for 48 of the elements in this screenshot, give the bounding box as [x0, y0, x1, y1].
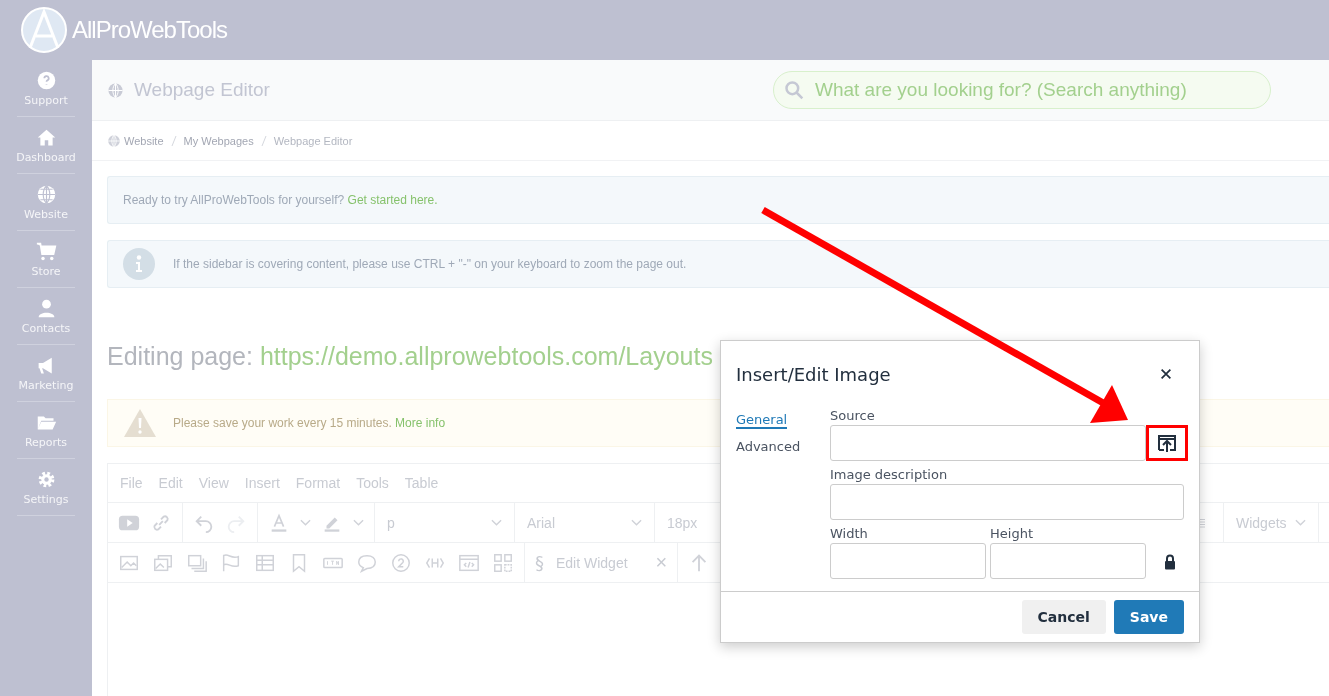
lock-icon[interactable] [1164, 554, 1176, 570]
chevron-icon[interactable] [300, 518, 311, 527]
warning-icon [123, 408, 157, 438]
chevron-icon[interactable] [353, 518, 364, 527]
chevron-icon [491, 518, 502, 527]
dialog-title: Insert/Edit Image [736, 363, 891, 385]
alert-text: Ready to try AllProWebTools for yourself? Get started here. [123, 193, 438, 207]
alert-text: If the sidebar is covering content, please use CTRL + "-" on your keyboard to zoom the page out. [173, 257, 687, 271]
section-icon: § [535, 552, 544, 573]
warning-text: Please save your work every 15 minutes. More info [173, 416, 446, 430]
width-field[interactable] [830, 543, 986, 579]
field-label: Image description [830, 467, 949, 482]
get-started-link[interactable]: Get started here. [347, 193, 438, 207]
upload-icon [1157, 433, 1177, 453]
globe-icon [107, 81, 124, 99]
more-info-link[interactable]: More info [395, 416, 446, 430]
close-widget-button[interactable]: × [655, 551, 668, 574]
info-icon [123, 248, 155, 280]
globe-icon [35, 183, 57, 205]
page-url-link[interactable]: https://demo.allprowebtools.com/Layouts [259, 342, 713, 370]
logo-icon [20, 6, 68, 54]
editing-label: Editing page: [107, 342, 253, 370]
flag-icon[interactable] [220, 551, 242, 574]
search-icon [784, 80, 804, 100]
chevron-icon [1295, 518, 1306, 527]
field-label: Width [830, 526, 869, 541]
grid-icon[interactable] [492, 551, 514, 574]
field-label: Source [830, 408, 876, 423]
breadcrumb-link[interactable]: My Webpages [183, 134, 254, 147]
brand-name: AllProWebTools [72, 16, 227, 44]
breadcrumb-separator [170, 134, 177, 147]
save-button[interactable]: Save [1113, 600, 1184, 634]
breadcrumb-link[interactable]: Website [124, 134, 164, 147]
height-field[interactable] [990, 543, 1146, 579]
cancel-button[interactable]: Cancel [1021, 600, 1106, 634]
number-icon[interactable] [390, 551, 412, 574]
cart-icon [35, 240, 57, 262]
chevron-icon [631, 518, 642, 527]
image-description-field[interactable] [830, 484, 1184, 520]
field-label: Height [990, 526, 1034, 541]
globe-icon [107, 133, 121, 148]
dialog-tab[interactable]: Advanced [736, 439, 801, 456]
close-icon[interactable] [1159, 367, 1173, 381]
search-field[interactable]: What are you looking for? (Search anything) [773, 71, 1271, 109]
help-icon [35, 69, 57, 91]
source-field[interactable] [830, 425, 1146, 461]
dialog-tab[interactable]: General [736, 412, 788, 429]
breadcrumb-separator [260, 134, 267, 147]
